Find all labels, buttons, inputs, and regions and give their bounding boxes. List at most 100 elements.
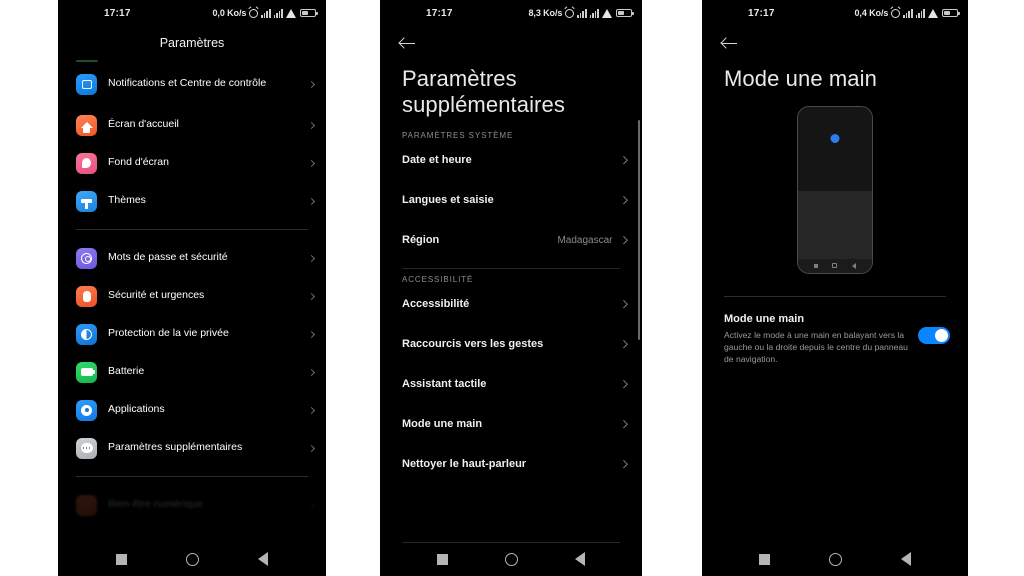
recents-square-icon[interactable] — [436, 553, 448, 565]
back-triangle-icon[interactable] — [258, 552, 269, 566]
chevron-right-icon — [307, 406, 316, 414]
settings-row-gesture-shortcuts[interactable]: Raccourcis vers les gestes — [380, 324, 642, 364]
phone-screen-one-handed-mode: 17:17 0,4 Ko/s Mode une main Mode une ma… — [702, 0, 968, 576]
settings-row-label: Assistant tactile — [402, 378, 487, 391]
chevron-right-icon — [307, 80, 316, 88]
battery-icon — [616, 8, 634, 18]
wallpaper-icon — [76, 152, 97, 174]
settings-row-label: Mode une main — [402, 418, 483, 431]
settings-row-languages-input[interactable]: Langues et saisie — [380, 180, 642, 220]
signal-bars-icon-1 — [261, 9, 271, 18]
section-header-accessibility: ACCESSIBILITÉ — [402, 275, 474, 285]
settings-row-date-time[interactable]: Date et heure — [380, 140, 642, 180]
setting-description: Activez le mode à une main en balayant v… — [724, 329, 908, 365]
settings-row-clean-speaker[interactable]: Nettoyer le haut-parleur — [380, 444, 642, 484]
settings-row-additional-settings[interactable]: Paramètres supplémentaires — [58, 429, 326, 467]
phone-mockup-navbar — [798, 258, 872, 273]
settings-row-value: Madagascar — [557, 234, 613, 246]
chevron-right-icon — [307, 444, 316, 452]
settings-row-home-screen[interactable]: Écran d'accueil — [58, 106, 326, 144]
applications-icon — [76, 399, 97, 421]
back-triangle-icon[interactable] — [900, 552, 911, 566]
settings-row-privacy[interactable]: Protection de la vie privée — [58, 315, 326, 353]
back-button[interactable] — [702, 26, 968, 56]
system-navigation-bar — [380, 542, 642, 576]
settings-row-themes[interactable]: Thèmes — [58, 182, 326, 220]
settings-row-label: Batterie — [108, 365, 145, 378]
settings-row-one-handed-mode[interactable]: Mode une main — [380, 404, 642, 444]
settings-row-notifications[interactable]: Notifications et Centre de contrôle — [58, 62, 326, 106]
phone-mockup-top-area — [798, 106, 872, 191]
settings-row-battery[interactable]: Batterie — [58, 353, 326, 391]
signal-bars-icon-2 — [273, 9, 283, 18]
section-header-system: PARAMÈTRES SYSTÈME — [402, 131, 514, 141]
status-time: 17:17 — [104, 7, 131, 19]
screenshot-stage: 17:17 0,0 Ko/s Paramètres Notifications … — [0, 0, 1024, 576]
recents-square-icon[interactable] — [759, 553, 771, 565]
scrollbar-thumb[interactable] — [638, 120, 640, 340]
one-handed-mode-toggle[interactable] — [918, 326, 950, 344]
phone-screen-settings: 17:17 0,0 Ko/s Paramètres Notifications … — [58, 0, 326, 576]
settings-row-region[interactable]: Région Madagascar — [380, 220, 642, 260]
recents-square-icon — [814, 263, 819, 268]
back-triangle-icon[interactable] — [575, 552, 586, 566]
settings-row-label: Applications — [108, 403, 165, 416]
settings-row-accessibility[interactable]: Accessibilité — [380, 284, 642, 324]
chevron-right-icon — [619, 420, 628, 428]
back-triangle-icon — [851, 262, 856, 269]
chevron-right-icon — [619, 300, 628, 308]
back-button[interactable] — [380, 26, 642, 56]
additional-settings-icon — [76, 437, 97, 459]
status-time: 17:17 — [426, 7, 453, 19]
battery-settings-icon — [76, 361, 97, 383]
battery-icon — [942, 8, 960, 18]
safety-emergency-icon — [76, 285, 97, 307]
status-icons: 0,4 Ko/s — [854, 8, 960, 18]
chevron-right-icon — [307, 159, 316, 167]
section-divider — [402, 268, 620, 270]
settings-row-label: Protection de la vie privée — [108, 327, 229, 340]
settings-list-group-2: Mots de passe et sécurité Sécurité et ur… — [58, 239, 326, 467]
network-speed-label: 0,4 Ko/s — [854, 8, 889, 18]
settings-row-wallpaper[interactable]: Fond d'écran — [58, 144, 326, 182]
system-navigation-bar — [702, 542, 968, 576]
settings-row-label: Fond d'écran — [108, 156, 169, 169]
system-navigation-bar — [58, 542, 326, 576]
settings-row-label: Mots de passe et sécurité — [108, 251, 228, 264]
passwords-security-icon — [76, 247, 97, 269]
home-circle-icon[interactable] — [504, 552, 518, 566]
settings-row-touch-assistant[interactable]: Assistant tactile — [380, 364, 642, 404]
touch-point-dot — [830, 133, 840, 143]
network-speed-label: 0,0 Ko/s — [212, 8, 247, 18]
signal-bars-icon-1 — [577, 9, 587, 18]
wifi-icon — [602, 8, 613, 18]
recents-square-icon[interactable] — [115, 553, 127, 565]
status-icons: 8,3 Ko/s — [529, 8, 634, 18]
settings-row-label: Langues et saisie — [402, 194, 494, 207]
digital-wellbeing-icon — [76, 494, 97, 516]
status-icons: 0,0 Ko/s — [212, 8, 318, 18]
chevron-right-icon — [307, 197, 316, 205]
setting-title: Mode une main — [724, 312, 805, 325]
status-bar: 17:17 0,0 Ko/s — [58, 0, 326, 26]
themes-icon — [76, 190, 97, 212]
one-handed-mode-setting: Mode une main Activez le mode à une main… — [702, 297, 968, 366]
settings-row-safety-emergency[interactable]: Sécurité et urgences — [58, 277, 326, 315]
settings-row-label: Sécurité et urgences — [108, 289, 205, 302]
settings-row-label: Thèmes — [108, 194, 146, 207]
signal-bars-icon-2 — [589, 9, 599, 18]
settings-row-applications[interactable]: Applications — [58, 391, 326, 429]
chevron-right-icon — [307, 292, 316, 300]
home-circle-icon[interactable] — [185, 552, 199, 566]
chevron-right-icon — [307, 368, 316, 376]
settings-row-label: Bien-être numérique — [108, 498, 204, 511]
chevron-right-icon — [307, 121, 316, 129]
notifications-icon — [76, 73, 97, 95]
wifi-icon — [286, 8, 297, 18]
home-circle-icon[interactable] — [828, 552, 842, 566]
settings-row-passwords-security[interactable]: Mots de passe et sécurité — [58, 239, 326, 277]
settings-row-label: Notifications et Centre de contrôle — [108, 77, 267, 90]
settings-row-partially-visible[interactable]: Bien-être numérique — [58, 486, 326, 524]
list-divider-bottom — [76, 476, 308, 477]
status-bar: 17:17 8,3 Ko/s — [380, 0, 642, 26]
